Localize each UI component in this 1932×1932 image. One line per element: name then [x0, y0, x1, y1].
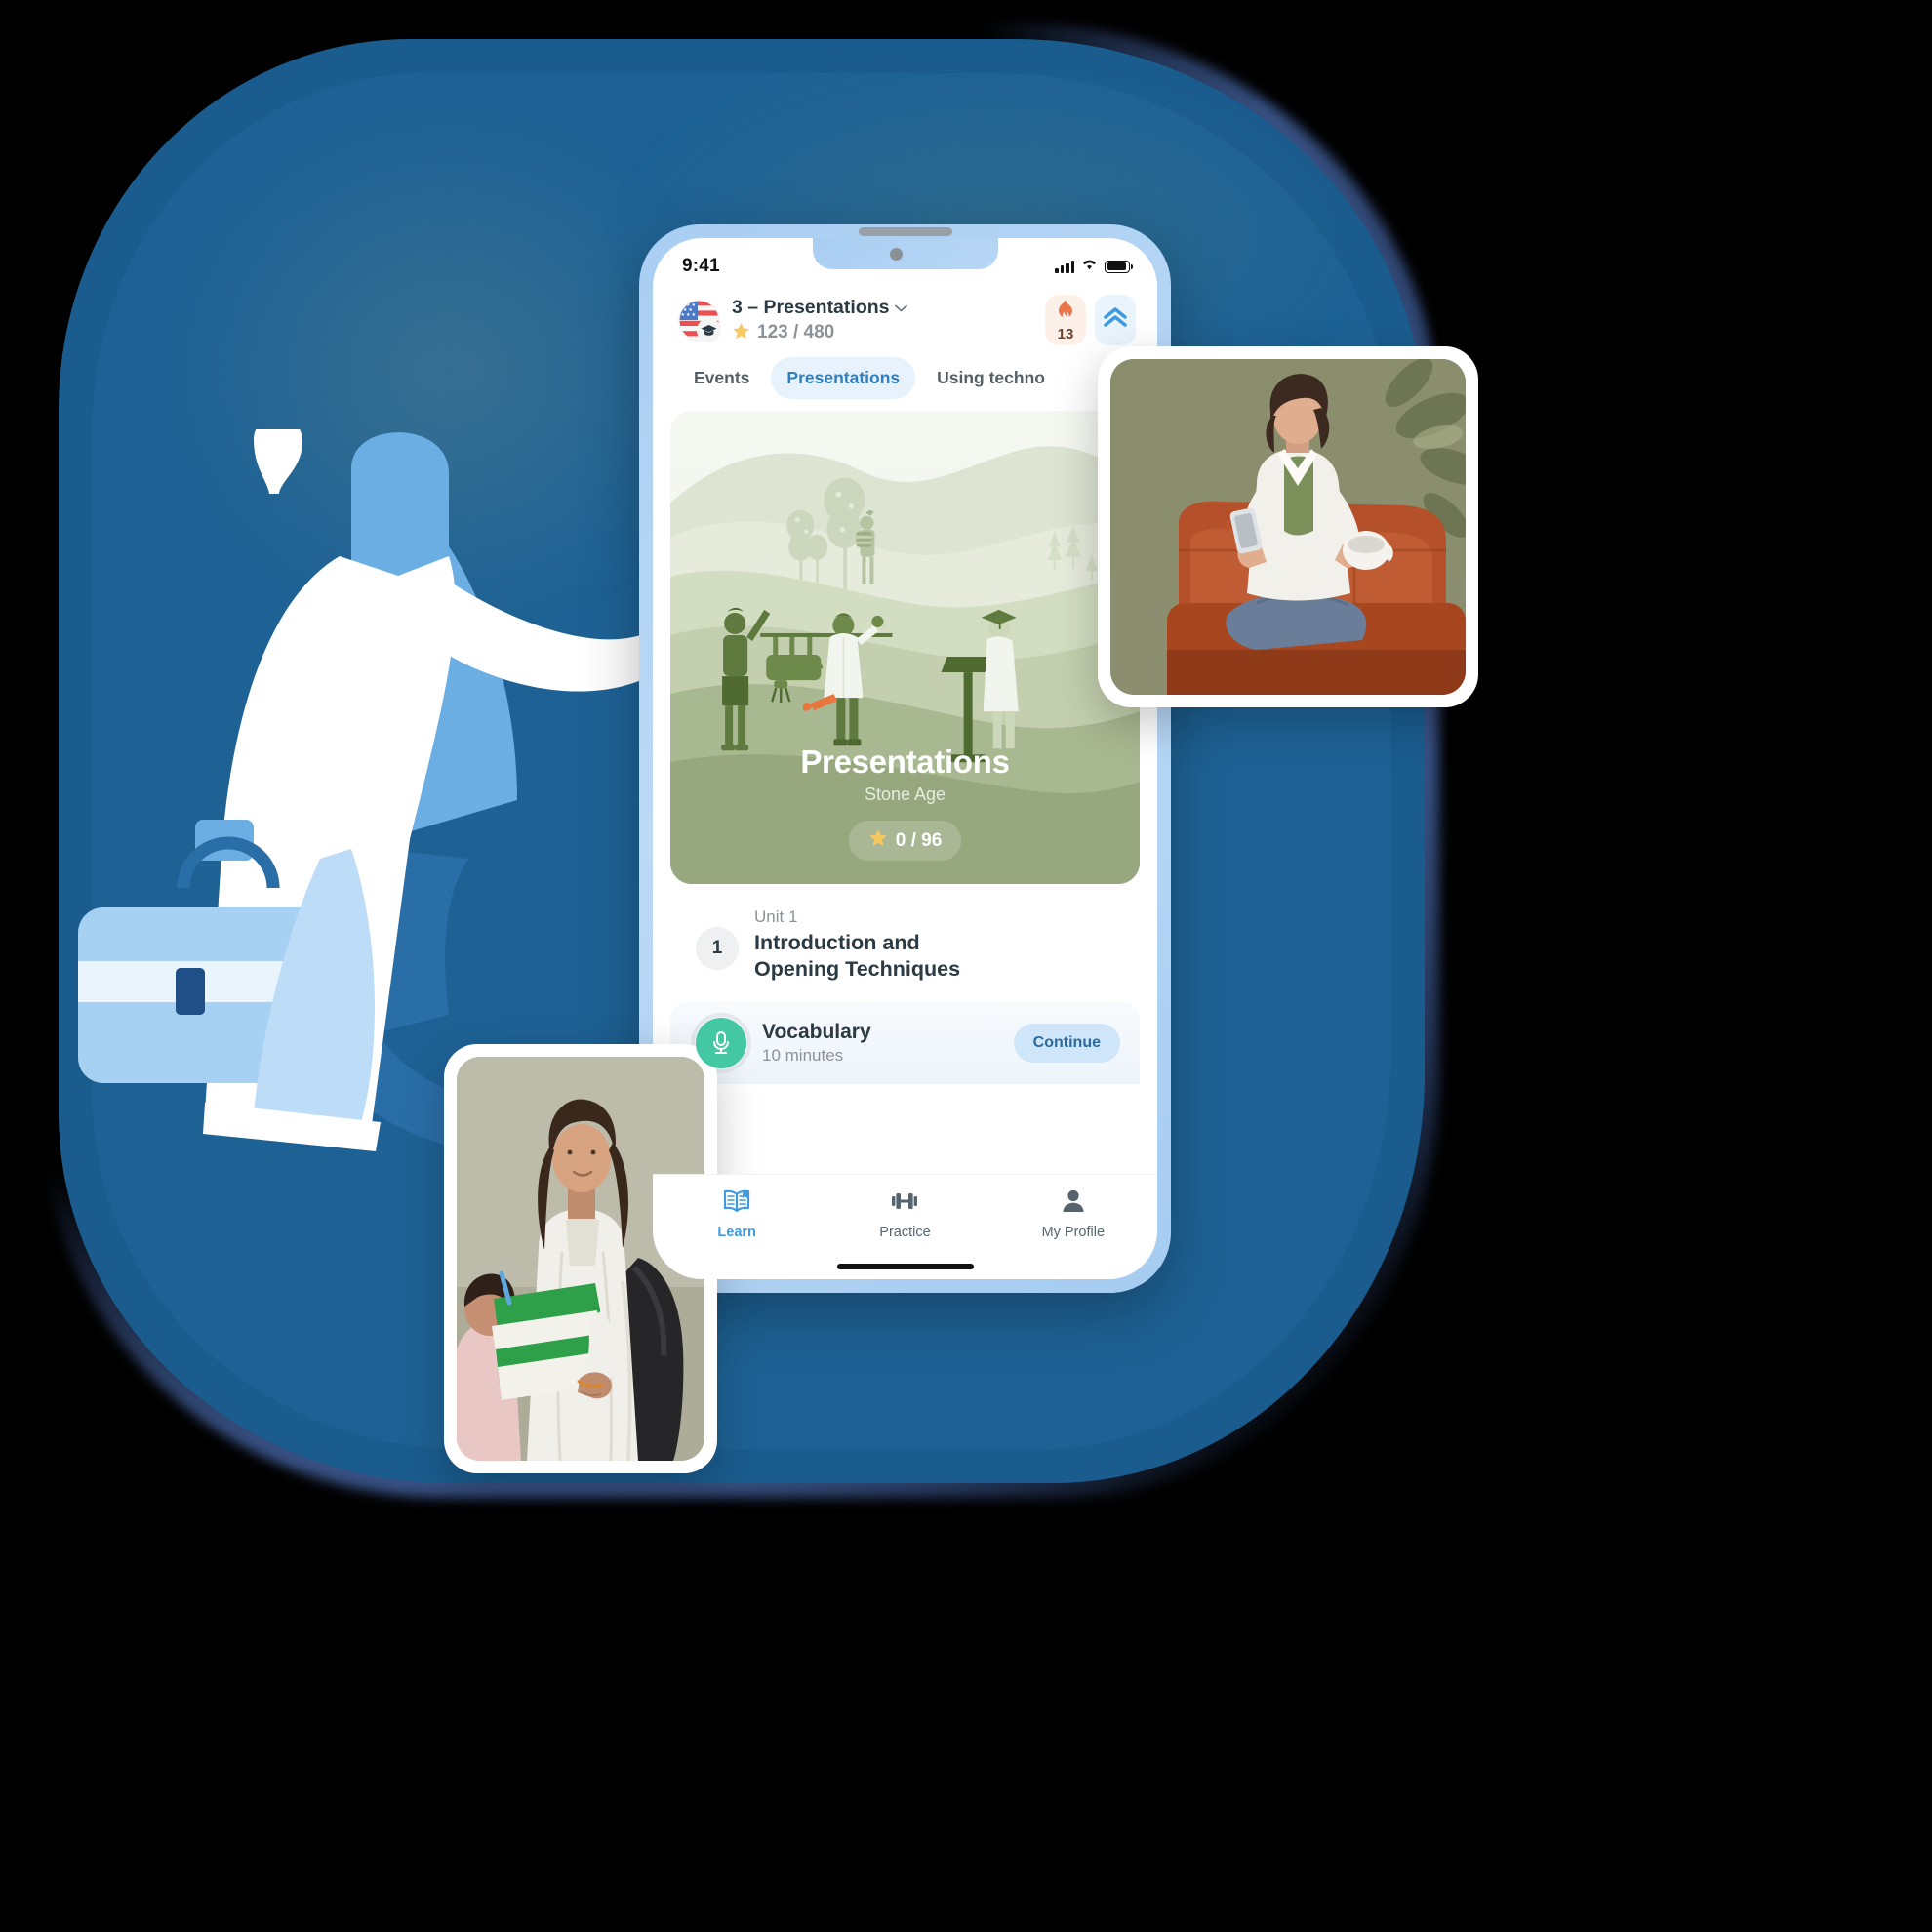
- hero-xp-value: 0 / 96: [895, 829, 943, 851]
- status-bar-time: 9:41: [682, 256, 720, 276]
- us-flag-graduation-cap-icon[interactable]: ★ ★ ★ ★ ★ ★ ★ ★: [678, 299, 721, 342]
- nav-label-practice: Practice: [879, 1225, 931, 1240]
- graduation-cap-icon: [697, 317, 721, 342]
- phone-speaker: [858, 227, 952, 236]
- course-xp-value: 123 / 480: [757, 322, 835, 342]
- tab-presentations[interactable]: Presentations: [771, 357, 916, 399]
- main-content: Presentations Stone Age 0 / 96 1 Unit 1 …: [653, 409, 1157, 1084]
- home-indicator: [836, 1264, 974, 1269]
- woman-on-couch-with-phone-photo: [1098, 346, 1478, 707]
- phone-screen: 9:41 ★ ★ ★ ★ ★ ★ ★ ★ 3 – Presentations 1…: [653, 238, 1157, 1279]
- course-xp: 123 / 480: [732, 322, 1033, 343]
- star-icon: [732, 322, 750, 343]
- svg-text:★: ★: [686, 312, 691, 318]
- tab-events[interactable]: Events: [678, 357, 765, 399]
- lesson-progress-ring: [691, 1012, 751, 1073]
- screenshot-stage: 9:41 ★ ★ ★ ★ ★ ★ ★ ★ 3 – Presentations 1…: [0, 0, 1932, 1932]
- hero-text: Presentations Stone Age 0 / 96: [670, 744, 1140, 861]
- hero-title: Presentations: [800, 744, 1010, 780]
- dumbbell-icon: [890, 1188, 919, 1219]
- person-icon: [1061, 1188, 1086, 1219]
- course-title: 3 – Presentations: [732, 297, 890, 318]
- nav-item-practice[interactable]: Practice: [822, 1188, 988, 1240]
- unit-number: 1: [696, 927, 739, 970]
- tab-using-technology[interactable]: Using techno: [921, 357, 1061, 399]
- lesson-title: Vocabulary: [762, 1020, 871, 1043]
- nav-label-my-profile: My Profile: [1041, 1225, 1106, 1240]
- flame-icon: [1056, 299, 1075, 325]
- nav-item-my-profile[interactable]: My Profile: [990, 1188, 1157, 1240]
- course-header: ★ ★ ★ ★ ★ ★ ★ ★ 3 – Presentations 123 / …: [653, 289, 1157, 355]
- wifi-icon: [1081, 258, 1098, 275]
- level-badge[interactable]: [1095, 295, 1136, 345]
- phone-mockup: 9:41 ★ ★ ★ ★ ★ ★ ★ ★ 3 – Presentations 1…: [639, 224, 1171, 1293]
- chevron-down-icon[interactable]: [895, 302, 908, 314]
- unit-block: 1 Unit 1 Introduction and Opening Techni…: [670, 884, 1140, 988]
- continue-button[interactable]: Continue: [1013, 1023, 1120, 1063]
- topic-tabs[interactable]: Events Presentations Using techno: [653, 355, 1157, 409]
- svg-text:★: ★: [681, 312, 686, 318]
- unit-label: Unit 1: [754, 907, 798, 926]
- streak-badge[interactable]: 13: [1045, 295, 1086, 345]
- lesson-duration: 10 minutes: [762, 1045, 844, 1065]
- star-icon: [868, 828, 888, 853]
- hero-xp-badge: 0 / 96: [848, 821, 962, 861]
- topic-hero-card[interactable]: Presentations Stone Age 0 / 96: [670, 411, 1140, 884]
- double-chevron-up-icon: [1103, 306, 1128, 335]
- status-bar: 9:41: [653, 238, 1157, 289]
- lesson-row[interactable]: Vocabulary 10 minutes Continue: [670, 1001, 1140, 1084]
- battery-icon: [1105, 260, 1133, 273]
- unit-title: Introduction and Opening Techniques: [754, 931, 961, 981]
- streak-count: 13: [1057, 325, 1074, 342]
- open-book-icon: [722, 1188, 751, 1219]
- hero-subtitle: Stone Age: [864, 785, 946, 804]
- microphone-icon: [696, 1017, 746, 1068]
- svg-text:★: ★: [692, 312, 697, 318]
- nav-label-learn: Learn: [717, 1225, 756, 1240]
- cellular-signal-icon: [1055, 260, 1074, 273]
- nav-item-learn[interactable]: Learn: [654, 1188, 821, 1240]
